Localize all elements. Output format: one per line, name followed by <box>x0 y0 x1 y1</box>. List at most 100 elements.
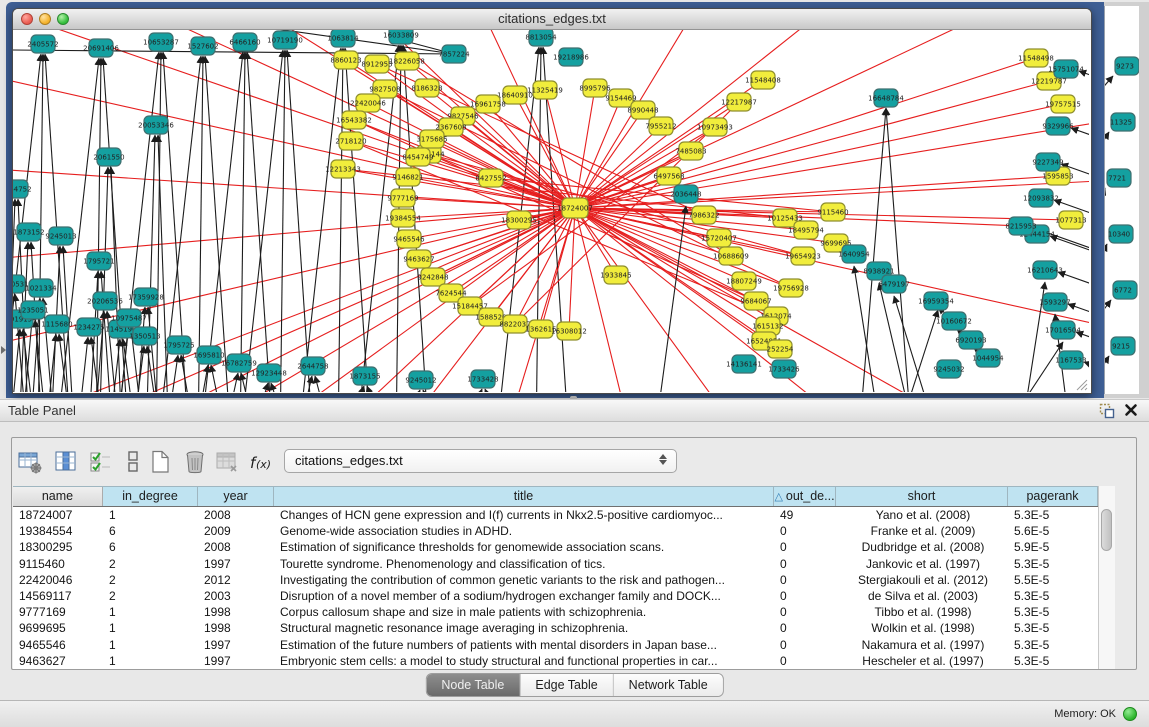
table-cell[interactable]: 2012 <box>198 572 274 588</box>
graph-node[interactable]: 1167533 <box>1055 351 1086 369</box>
graph-node[interactable]: 1695810 <box>193 346 224 364</box>
graph-node[interactable]: 2405572 <box>27 35 58 53</box>
table-cell[interactable]: 19384554 <box>13 523 103 539</box>
graph-node[interactable]: 6466160 <box>229 33 260 51</box>
graph-node[interactable]: 9463627 <box>403 250 434 268</box>
graph-node[interactable]: 19757515 <box>1045 95 1081 113</box>
graph-node[interactable]: 1077313 <box>1055 211 1086 229</box>
table-cell[interactable]: 2 <box>103 556 198 572</box>
graph-node[interactable]: 1044954 <box>972 349 1004 367</box>
graph-node[interactable]: 1234275 <box>73 318 104 336</box>
table-cell[interactable]: 5.3E-5 <box>1008 653 1098 669</box>
table-cell[interactable]: 1 <box>103 507 198 523</box>
table-cell[interactable]: 18724007 <box>13 507 103 523</box>
table-row[interactable]: 946362711997Embryonic stem cells: a mode… <box>13 653 1098 669</box>
graph-node[interactable]: 12213343 <box>325 160 361 178</box>
table-cell[interactable]: Corpus callosum shape and size in male p… <box>274 604 774 620</box>
table-cell[interactable]: Tibbo et al. (1998) <box>836 604 1008 620</box>
graph-node[interactable]: 1350513 <box>129 327 160 345</box>
graph-node[interactable]: 9245012 <box>405 371 436 389</box>
tab-network-table[interactable]: Network Table <box>614 674 723 696</box>
close-panel-button[interactable] <box>1123 402 1139 418</box>
table-settings-icon[interactable] <box>14 447 46 479</box>
graph-node[interactable]: 8215953 <box>1005 217 1036 235</box>
window-zoom-button[interactable] <box>57 13 69 25</box>
select-all-icon[interactable] <box>85 447 117 479</box>
graph-node[interactable]: 1235051 <box>17 301 48 319</box>
table-cell[interactable]: 5.3E-5 <box>1008 637 1098 653</box>
graph-node[interactable]: 7955212 <box>645 117 676 135</box>
table-cell[interactable]: 1997 <box>198 653 274 669</box>
table-row[interactable]: 1830029562008Estimation of significance … <box>13 539 1098 555</box>
window-resize-grip[interactable] <box>1075 378 1088 391</box>
graph-node[interactable]: 12217987 <box>721 93 757 111</box>
table-cell[interactable]: Wolkin et al. (1998) <box>836 620 1008 636</box>
table-cell[interactable]: 9115460 <box>13 556 103 572</box>
table-cell[interactable]: Nakamura et al. (1997) <box>836 637 1008 653</box>
table-selector-dropdown[interactable]: citations_edges.txt <box>284 449 677 473</box>
graph-node[interactable]: 16033809 <box>383 30 419 44</box>
graph-node[interactable]: 1733426 <box>768 360 800 378</box>
table-cell[interactable]: 1998 <box>198 620 274 636</box>
graph-node[interactable]: 1063814 <box>327 30 359 47</box>
column-header-short[interactable]: short <box>836 487 1008 506</box>
graph-node[interactable]: 3175685 <box>416 130 447 148</box>
graph-node[interactable]: 9242848 <box>417 268 448 286</box>
table-row[interactable]: 1872400712008Changes of HCN gene express… <box>13 507 1098 523</box>
table-row[interactable]: 911546021997Tourette syndrome. Phenomeno… <box>13 556 1098 572</box>
graph-node[interactable]: 9465546 <box>393 230 425 248</box>
graph-node[interactable]: 8912955 <box>361 55 392 73</box>
show-columns-icon[interactable] <box>50 447 82 479</box>
table-cell[interactable]: 2 <box>103 588 198 604</box>
table-cell[interactable]: Estimation of the future numbers of pati… <box>274 637 774 653</box>
panel-collapse-arrow[interactable] <box>1 346 6 354</box>
column-header-year[interactable]: year <box>198 487 274 506</box>
table-cell[interactable]: 0 <box>774 588 836 604</box>
graph-node[interactable]: 9146821 <box>392 168 423 186</box>
graph-node[interactable]: 6479197 <box>878 275 909 293</box>
table-cell[interactable]: 6 <box>103 539 198 555</box>
graph-node[interactable]: 11548408 <box>745 71 781 89</box>
table-cell[interactable]: 0 <box>774 620 836 636</box>
graph-node[interactable]: 20053346 <box>138 116 174 134</box>
graph-node[interactable]: 7857224 <box>438 45 470 63</box>
graph-node[interactable]: 1021334 <box>25 279 57 297</box>
table-cell[interactable]: Embryonic stem cells: a model to study s… <box>274 653 774 669</box>
table-cell[interactable]: Tourette syndrome. Phenomenology and cla… <box>274 556 774 572</box>
graph-node[interactable]: 18226058 <box>389 52 425 70</box>
graph-node[interactable]: 9227349 <box>1032 153 1063 171</box>
table-cell[interactable]: 2008 <box>198 507 274 523</box>
graph-node[interactable]: 8454749 <box>402 148 433 166</box>
table-cell[interactable]: 49 <box>774 507 836 523</box>
column-header-name[interactable]: name <box>13 487 103 506</box>
window-minimize-button[interactable] <box>39 13 51 25</box>
graph-node[interactable]: 15720407 <box>701 229 737 247</box>
network-window-titlebar[interactable]: citations_edges.txt <box>13 9 1091 30</box>
table-cell[interactable]: 1998 <box>198 604 274 620</box>
table-cell[interactable]: Franke et al. (2009) <box>836 523 1008 539</box>
table-cell[interactable]: 1 <box>103 604 198 620</box>
table-cell[interactable]: 0 <box>774 604 836 620</box>
table-row[interactable]: 946554611997Estimation of the future num… <box>13 637 1098 653</box>
table-cell[interactable]: 5.3E-5 <box>1008 507 1098 523</box>
table-cell[interactable]: 2003 <box>198 588 274 604</box>
graph-node[interactable]: 1873152 <box>13 223 44 241</box>
graph-node[interactable]: 9329966 <box>1042 117 1074 135</box>
table-row[interactable]: 2242004622012Investigating the contribut… <box>13 572 1098 588</box>
graph-node[interactable]: 9115460 <box>817 203 848 221</box>
import-table-icon[interactable] <box>211 447 243 479</box>
table-cell[interactable]: 5.3E-5 <box>1008 604 1098 620</box>
graph-node[interactable]: 9245013 <box>45 227 76 245</box>
column-header-title[interactable]: title <box>274 487 774 506</box>
table-cell[interactable]: Genome-wide association studies in ADHD. <box>274 523 774 539</box>
table-cell[interactable]: 0 <box>774 637 836 653</box>
table-cell[interactable]: 0 <box>774 523 836 539</box>
table-row[interactable]: 1938455462009Genome-wide association stu… <box>13 523 1098 539</box>
table-cell[interactable]: 0 <box>774 653 836 669</box>
graph-node[interactable]: 12093832 <box>1023 189 1059 207</box>
graph-node[interactable]: 17016504 <box>1045 321 1081 339</box>
graph-node[interactable]: 2061550 <box>93 148 124 166</box>
table-cell[interactable]: 1 <box>103 620 198 636</box>
table-cell[interactable]: 1997 <box>198 556 274 572</box>
graph-node[interactable]: 2644752 <box>13 180 32 198</box>
